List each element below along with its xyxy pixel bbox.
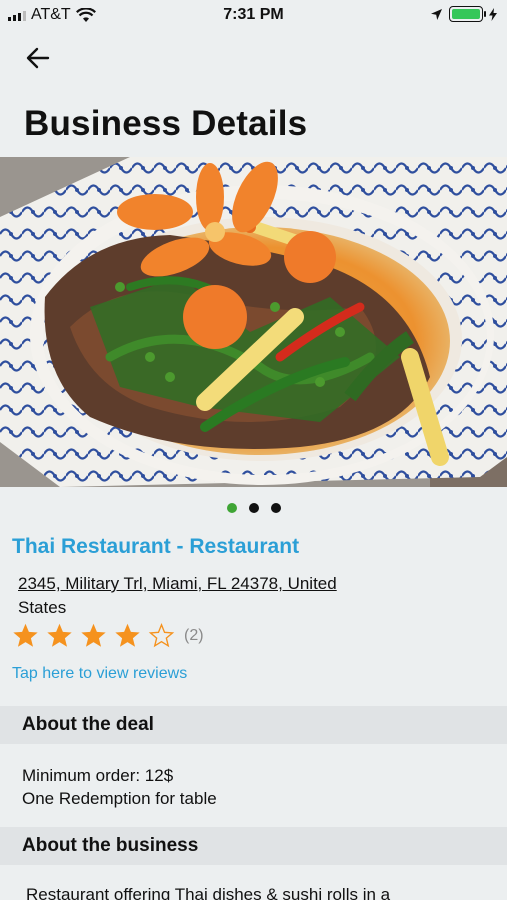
address-line-2[interactable]: States	[18, 596, 438, 620]
about-deal-body: Minimum order: 12$ One Redemption for ta…	[22, 764, 217, 810]
carousel-dot-3[interactable]	[270, 503, 281, 513]
about-business-header: About the business	[0, 827, 507, 865]
charging-bolt-icon	[489, 7, 497, 21]
star-empty-icon	[148, 623, 175, 648]
status-bar: AT&T 7:31 PM	[0, 0, 507, 30]
carousel-dot-2[interactable]	[248, 503, 259, 513]
battery-icon	[449, 6, 486, 22]
business-address[interactable]: 2345, Military Trl, Miami, FL 24378, Uni…	[18, 572, 438, 620]
star-rating: (2)	[12, 622, 204, 649]
view-reviews-link[interactable]: Tap here to view reviews	[12, 665, 187, 683]
business-name: Thai Restaurant - Restaurant	[12, 535, 300, 558]
about-deal-header: About the deal	[0, 706, 507, 744]
address-line-1[interactable]: 2345, Military Trl, Miami, FL 24378, Uni…	[18, 572, 438, 596]
carousel-dot-1[interactable]	[226, 503, 237, 513]
star-filled-icon	[13, 623, 38, 647]
deal-minimum-order: Minimum order: 12$	[22, 766, 174, 785]
carousel-dots[interactable]	[0, 503, 507, 513]
star-filled-icon	[115, 623, 140, 647]
deal-redemption: One Redemption for table	[22, 789, 217, 808]
back-arrow-icon	[26, 47, 50, 69]
status-right	[430, 6, 497, 22]
review-count: (2)	[184, 626, 204, 644]
about-business-description: Restaurant offering Thai dishes & sushi …	[26, 885, 391, 900]
star-filled-icon	[81, 623, 106, 647]
food-photo	[0, 157, 507, 487]
page-title: Business Details	[24, 104, 308, 143]
back-button[interactable]	[22, 42, 54, 74]
location-arrow-icon	[431, 8, 442, 20]
star-filled-icon	[47, 623, 72, 647]
business-photo[interactable]	[0, 157, 507, 487]
